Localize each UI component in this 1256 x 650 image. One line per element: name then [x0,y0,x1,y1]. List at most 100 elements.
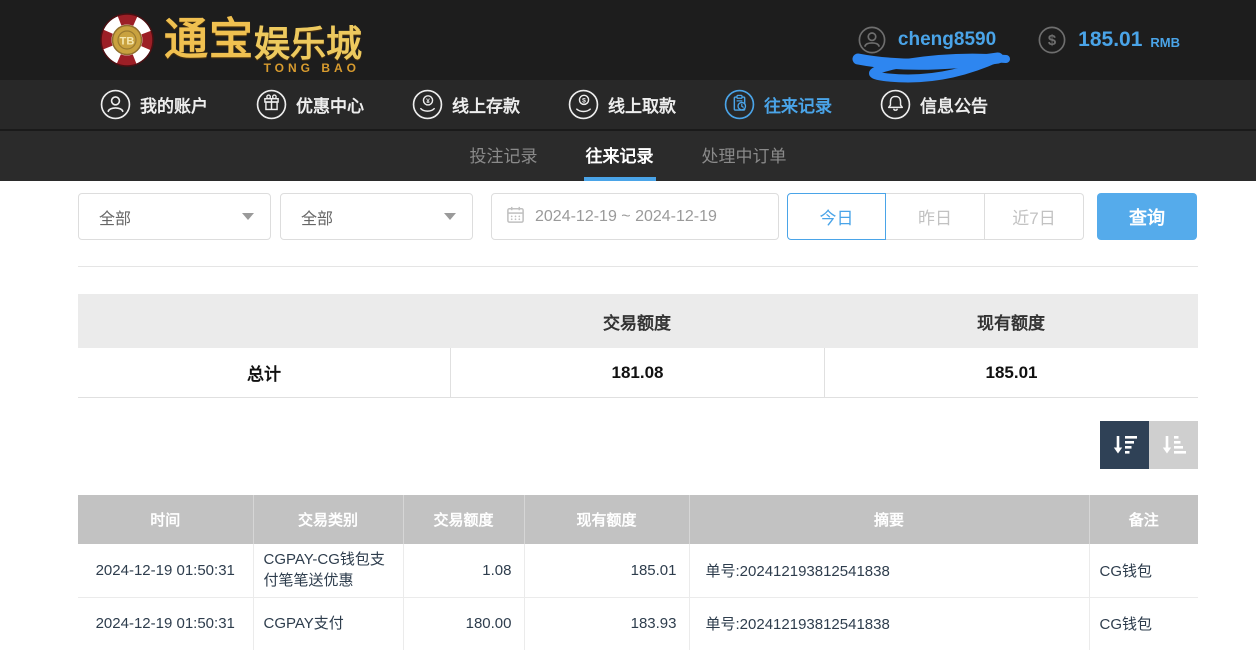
yesterday-button[interactable]: 昨日 [886,193,985,240]
tab-label: 投注记录 [470,142,538,167]
cell-summary: 单号:202412193812541838 [689,544,1089,597]
quick-label: 昨日 [918,204,952,229]
quick-date-group: 今日 昨日 近7日 [787,193,1084,240]
brand-rest-text: 娱乐城 [254,26,362,62]
header-note: 备注 [1089,495,1198,544]
table-header-row: 时间 交易类别 交易额度 现有额度 摘要 备注 [78,495,1198,544]
nav-label: 优惠中心 [296,92,364,117]
withdraw-icon: $ [568,89,599,120]
header-summary: 摘要 [689,495,1089,544]
nav-item-announcements[interactable]: 信息公告 [880,89,988,120]
records-tabbar: 投注记录 往来记录 处理中订单 [0,131,1256,181]
casino-chip-logo-icon: TB [100,13,154,67]
nav-item-deposit[interactable]: ¥ 线上存款 [412,89,520,120]
category-select-2[interactable]: 全部 [280,193,473,240]
tab-label: 处理中订单 [702,142,787,167]
search-button[interactable]: 查询 [1097,193,1197,240]
nav-label: 信息公告 [920,92,988,117]
sort-descending-button[interactable] [1100,421,1149,469]
brand-logo[interactable]: TB 通宝 娱乐城 TONG BAO [100,13,362,67]
brand-main-text: 通宝 [164,18,254,62]
quick-label: 今日 [820,204,854,229]
cell-balance: 185.01 [524,544,689,597]
header-amount: 交易额度 [403,495,524,544]
nav-label: 我的账户 [140,92,208,117]
sort-descending-icon [1110,430,1140,460]
cell-summary: 单号:202412193812541838 [689,597,1089,650]
calendar-icon [506,205,525,229]
nav-label: 线上存款 [452,92,520,117]
section-divider [78,266,1198,267]
sort-controls [78,421,1198,469]
summary-header-balance: 现有额度 [824,294,1198,348]
nav-item-withdraw[interactable]: $ 线上取款 [568,89,676,120]
nav-item-transaction-records[interactable]: 往来记录 [724,89,832,120]
cell-type: CGPAY支付 [253,597,403,650]
summary-balance-total: 185.01 [824,348,1198,397]
today-button[interactable]: 今日 [787,193,886,240]
sort-ascending-icon [1159,430,1189,460]
nav-label: 线上取款 [608,92,676,117]
records-clipboard-icon [724,89,755,120]
header-balance: 现有额度 [524,495,689,544]
date-range-picker[interactable]: 2024-12-19 ~ 2024-12-19 [491,193,779,240]
select-value: 全部 [99,205,131,229]
category-select-1[interactable]: 全部 [78,193,271,240]
cell-balance: 183.93 [524,597,689,650]
svg-text:$: $ [1048,32,1057,49]
nav-item-promotions[interactable]: 优惠中心 [256,89,364,120]
cell-note: CG钱包 [1089,544,1198,597]
tab-transaction-records[interactable]: 往来记录 [584,131,656,181]
user-account[interactable]: cheng8590 [858,26,996,54]
brand-wordmark: 通宝 娱乐城 TONG BAO [164,18,362,62]
cell-amount: 180.00 [403,597,524,650]
summary-header-transaction: 交易额度 [450,294,824,348]
date-range-value: 2024-12-19 ~ 2024-12-19 [535,208,717,226]
cell-time: 2024-12-19 01:50:31 [78,597,253,650]
svg-text:TB: TB [120,36,135,48]
cell-amount: 1.08 [403,544,524,597]
quick-label: 近7日 [1012,204,1055,229]
gift-icon [256,89,287,120]
username-text: cheng8590 [898,29,996,51]
cell-note: CG钱包 [1089,597,1198,650]
filter-bar: 全部 全部 2024-12-19 ~ 2024-12-19 [78,193,1198,240]
table-row: 2024-12-19 01:50:31 CGPAY支付 180.00 183.9… [78,597,1198,650]
chevron-down-icon [242,213,254,220]
nav-item-my-account[interactable]: 我的账户 [100,89,208,120]
top-header: TB 通宝 娱乐城 TONG BAO cheng8590 [0,0,1256,80]
balance-currency: RMB [1150,31,1180,50]
main-content: 全部 全部 2024-12-19 ~ 2024-12-19 [78,193,1198,650]
chevron-down-icon [444,213,456,220]
cell-time: 2024-12-19 01:50:31 [78,544,253,597]
deposit-icon: ¥ [412,89,443,120]
table-row: 2024-12-19 01:50:31 CGPAY-CG钱包支付笔笔送优惠 1.… [78,544,1198,597]
transactions-table: 时间 交易类别 交易额度 现有额度 摘要 备注 2024-12-19 01:50… [78,495,1198,650]
tab-betting-records[interactable]: 投注记录 [468,131,540,181]
bell-icon [880,89,911,120]
main-navigation: 我的账户 优惠中心 ¥ 线上存款 [0,80,1256,131]
cell-type: CGPAY-CG钱包支付笔笔送优惠 [253,544,403,597]
tab-label: 往来记录 [586,142,654,167]
sort-ascending-button[interactable] [1149,421,1198,469]
last7days-button[interactable]: 近7日 [985,193,1084,240]
dollar-coin-icon: $ [1038,26,1066,54]
tab-pending-orders[interactable]: 处理中订单 [700,131,789,181]
header-type: 交易类别 [253,495,403,544]
select-value: 全部 [301,205,333,229]
user-avatar-icon [858,26,886,54]
svg-text:$: $ [582,97,586,104]
summary-total-label: 总计 [78,348,450,397]
wallet-balance[interactable]: $ 185.01 RMB [1038,26,1180,54]
account-icon [100,89,131,120]
summary-table: 交易额度 现有额度 总计 181.08 185.01 [78,294,1198,398]
summary-total-row: 总计 181.08 185.01 [78,348,1198,398]
svg-text:¥: ¥ [426,98,430,105]
brand-sub-text: TONG BAO [264,62,360,74]
summary-header-empty [78,294,450,348]
summary-transaction-total: 181.08 [450,348,824,397]
header-time: 时间 [78,495,253,544]
summary-header-row: 交易额度 现有额度 [78,294,1198,348]
nav-label: 往来记录 [764,92,832,117]
balance-amount: 185.01 [1078,28,1142,52]
